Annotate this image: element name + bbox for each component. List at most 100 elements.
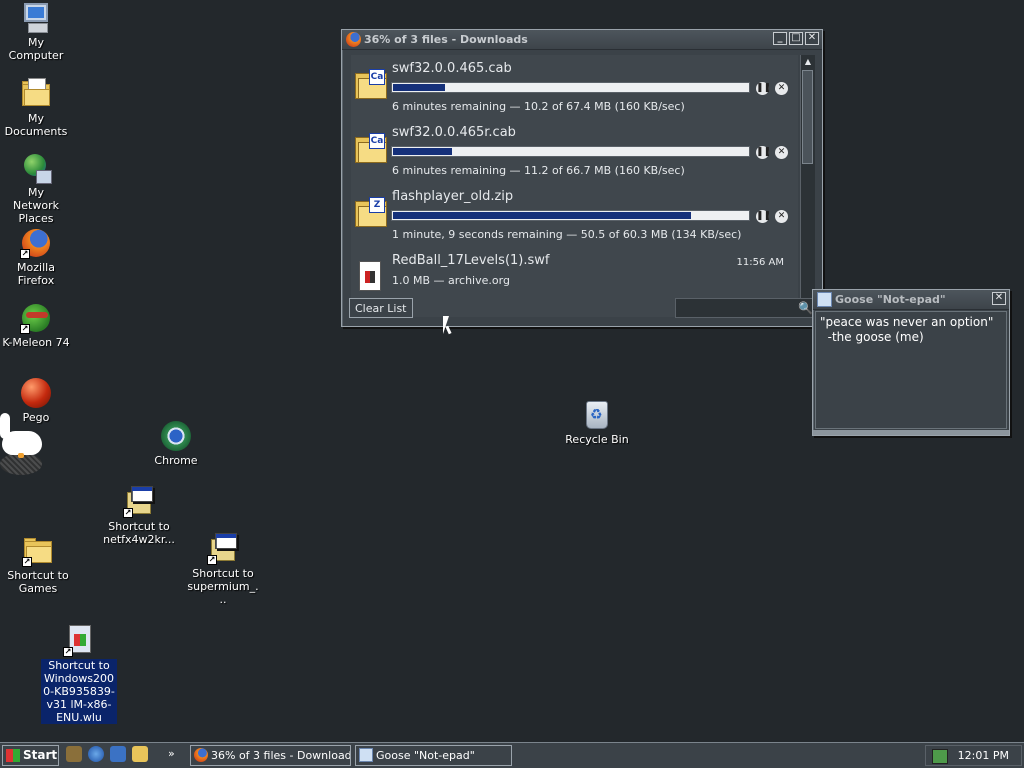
update-file-icon: ↗ — [63, 625, 95, 657]
installer-icon: ↗ — [123, 486, 155, 518]
show-desktop-icon[interactable] — [66, 746, 82, 762]
downloads-list[interactable]: Ca swf32.0.0.465.cab ❚❚ ✕ 6 minutes rema… — [351, 55, 798, 317]
search-icon[interactable]: 🔍 — [798, 301, 813, 315]
start-label: Start — [23, 748, 58, 762]
download-progress-bar — [391, 82, 750, 93]
shortcut-arrow-icon: ↗ — [123, 508, 133, 518]
zip-folder-icon: Z — [355, 197, 387, 227]
desktop-icon-my-computer[interactable]: My Computer — [0, 2, 75, 62]
maximize-button[interactable]: □ — [789, 32, 803, 45]
download-progress-bar — [391, 210, 750, 221]
download-item[interactable]: Ca swf32.0.0.465.cab ❚❚ ✕ 6 minutes rema… — [351, 55, 798, 119]
desktop-icon-k-meleon[interactable]: ↗ K-Meleon 74 — [0, 302, 75, 349]
taskbar-button-downloads[interactable]: 36% of 3 files - Downloads — [190, 745, 351, 766]
chrome-icon — [160, 420, 192, 452]
tray-app-icon[interactable] — [932, 749, 948, 764]
scroll-up-icon[interactable]: ▲ — [801, 55, 815, 68]
clock[interactable]: 12:01 PM — [958, 746, 1009, 765]
download-filename: swf32.0.0.465.cab — [392, 61, 512, 76]
download-filename: RedBall_17Levels(1).swf — [392, 253, 550, 268]
documents-folder-icon — [20, 78, 52, 110]
firefox-icon — [346, 32, 361, 47]
notepad-titlebar[interactable]: Goose "Not-epad" ✕ — [813, 290, 1009, 310]
cancel-icon[interactable]: ✕ — [775, 146, 788, 159]
desktop-icon-label: Chrome — [154, 454, 198, 467]
cab-folder-icon: Ca — [355, 69, 387, 99]
goose-notepad-window[interactable]: Goose "Not-epad" ✕ "peace was never an o… — [812, 289, 1010, 436]
taskbar: Start » 36% of 3 files - Downloads Goose… — [0, 742, 1024, 768]
mouse-cursor — [443, 316, 455, 334]
downloads-search-input[interactable]: 🔍 — [675, 298, 815, 318]
window-title: Goose "Not-epad" — [835, 293, 946, 306]
notepad-icon — [817, 292, 832, 307]
clear-list-button[interactable]: Clear List — [349, 298, 413, 318]
desktop-icon-label: Shortcut to netfx4w2kr... — [103, 520, 175, 546]
desktop-icon-label: My Computer — [8, 36, 64, 62]
internet-explorer-icon[interactable] — [88, 746, 104, 762]
close-button[interactable]: ✕ — [992, 292, 1006, 305]
taskbar-button-label: Goose "Not-epad" — [376, 749, 475, 762]
download-status: 6 minutes remaining — 10.2 of 67.4 MB (1… — [392, 100, 685, 113]
pause-icon[interactable]: ❚❚ — [756, 146, 771, 159]
desktop-icon-supermium-shortcut[interactable]: ↗ Shortcut to supermium_... — [184, 533, 262, 606]
taskbar-button-goose-notepad[interactable]: Goose "Not-epad" — [355, 745, 512, 766]
desktop-icon-label: Mozilla Firefox — [17, 261, 55, 287]
shortcut-arrow-icon: ↗ — [63, 647, 73, 657]
pause-icon[interactable]: ❚❚ — [756, 82, 771, 95]
shortcut-arrow-icon: ↗ — [22, 557, 32, 567]
download-item[interactable]: Z flashplayer_old.zip ❚❚ ✕ 1 minute, 9 s… — [351, 183, 798, 247]
desktop-icon-chrome[interactable]: Chrome — [137, 420, 215, 467]
progress-fill — [393, 84, 445, 91]
quick-launch — [66, 746, 148, 762]
download-status: 1.0 MB — archive.org — [392, 274, 510, 287]
downloads-window[interactable]: 36% of 3 files - Downloads _ □ ✕ Ca swf3… — [341, 29, 823, 327]
desktop-icon-my-network-places[interactable]: My Network Places — [0, 152, 75, 225]
desktop-icon-recycle-bin[interactable]: Recycle Bin — [558, 399, 636, 446]
recycle-bin-icon — [581, 399, 613, 431]
pause-icon[interactable]: ❚❚ — [756, 210, 771, 223]
download-status: 1 minute, 9 seconds remaining — 50.5 of … — [392, 228, 742, 241]
minimize-button[interactable]: _ — [773, 32, 787, 45]
taskbar-button-label: 36% of 3 files - Downloads — [211, 749, 351, 762]
swf-file-icon — [355, 261, 387, 291]
progress-fill — [393, 148, 452, 155]
outlook-express-icon[interactable] — [110, 746, 126, 762]
shortcut-arrow-icon: ↗ — [207, 555, 217, 565]
download-status: 6 minutes remaining — 11.2 of 66.7 MB (1… — [392, 164, 685, 177]
start-button[interactable]: Start — [2, 745, 59, 766]
windows-explorer-icon[interactable] — [132, 746, 148, 762]
desktop-icon-label: Shortcut to Windows2000-KB935839-v31 lM-… — [41, 659, 117, 724]
shortcut-arrow-icon: ↗ — [20, 324, 30, 334]
installer-icon: ↗ — [207, 533, 239, 565]
windows-logo-icon — [6, 749, 20, 762]
notepad-text[interactable]: "peace was never an option" -the goose (… — [815, 311, 1007, 429]
cancel-icon[interactable]: ✕ — [775, 82, 788, 95]
downloads-scrollbar[interactable]: ▲ ▼ — [800, 55, 815, 317]
download-filename: flashplayer_old.zip — [392, 189, 514, 204]
desktop-icon-games-shortcut[interactable]: ↗ Shortcut to Games — [0, 535, 77, 595]
quick-launch-overflow-icon[interactable]: » — [168, 747, 175, 760]
firefox-icon — [194, 748, 208, 762]
download-time: 11:56 AM — [736, 257, 784, 268]
shortcut-arrow-icon: ↗ — [20, 249, 30, 259]
desktop-icon-windows2000-update-shortcut[interactable]: ↗ Shortcut to Windows2000-KB935839-v31 l… — [40, 625, 118, 724]
downloads-titlebar[interactable]: 36% of 3 files - Downloads _ □ ✕ — [342, 30, 822, 50]
cancel-icon[interactable]: ✕ — [775, 210, 788, 223]
desktop-icon-label: K-Meleon 74 — [2, 336, 70, 349]
desktop-icon-mozilla-firefox[interactable]: ↗ Mozilla Firefox — [0, 227, 75, 287]
computer-icon — [20, 2, 52, 34]
network-places-icon — [20, 152, 52, 184]
desktop-icon-label: Shortcut to supermium_... — [187, 567, 259, 606]
close-button[interactable]: ✕ — [805, 32, 819, 45]
download-filename: swf32.0.0.465r.cab — [392, 125, 516, 140]
folder-icon: ↗ — [22, 535, 54, 567]
system-tray: 12:01 PM — [925, 745, 1022, 766]
progress-fill — [393, 212, 691, 219]
notepad-bottom-border — [813, 430, 1009, 435]
desktop-icon-netfx-shortcut[interactable]: ↗ Shortcut to netfx4w2kr... — [100, 486, 178, 546]
pego-icon — [20, 377, 52, 409]
desktop-icon-my-documents[interactable]: My Documents — [0, 78, 75, 138]
download-item[interactable]: Ca swf32.0.0.465r.cab ❚❚ ✕ 6 minutes rem… — [351, 119, 798, 183]
desktop-icon-label: Recycle Bin — [565, 433, 629, 446]
scrollbar-thumb[interactable] — [802, 70, 813, 164]
